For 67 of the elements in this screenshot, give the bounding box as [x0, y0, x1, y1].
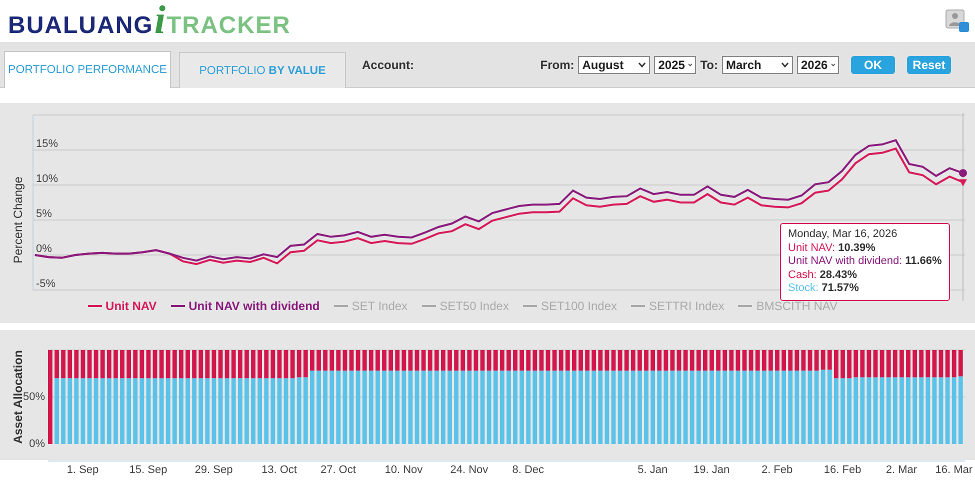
tooltip-label: Unit NAV: — [788, 242, 836, 255]
axis-label: 5. Jan — [638, 464, 668, 476]
line-icon — [170, 304, 185, 308]
axis-label: 29. Sep — [194, 464, 233, 476]
line-icon — [738, 304, 752, 308]
axis-label: 10% — [36, 173, 58, 185]
tab[interactable]: PORTFOLIO BY VALUE — [179, 52, 346, 88]
line-icon — [631, 304, 645, 308]
line-icon — [522, 304, 537, 308]
axis-label: 8. Dec — [512, 464, 544, 476]
from-label: From: — [540, 58, 574, 72]
legend-item[interactable]: Unit NAV with dividend — [170, 299, 320, 313]
axis-label: 2. Feb — [761, 464, 793, 476]
tooltip-label: Unit NAV with dividend: — [788, 255, 902, 268]
legend-item[interactable]: SET Index — [334, 299, 408, 313]
legend-item[interactable]: SET100 Index — [522, 299, 617, 313]
help-icon[interactable] — [945, 9, 969, 33]
axis-label: 16. Feb — [824, 464, 862, 476]
axis-title: Percent Change — [11, 176, 25, 264]
axis-label: 10. Nov — [384, 464, 423, 476]
line-icon — [422, 304, 436, 308]
legend-item[interactable]: SETTRI Index — [631, 299, 724, 313]
tooltip-date: Monday, Mar 16, 2026 — [788, 228, 898, 242]
line-icon — [334, 304, 348, 308]
to-label: To: — [700, 58, 718, 72]
logo-text: TRACKER — [166, 12, 291, 40]
tooltip-label: Stock: — [788, 282, 819, 296]
caret-icon — [638, 62, 646, 68]
tab[interactable]: PORTFOLIO PERFORMANCE — [4, 51, 171, 88]
axis-label: 0% — [36, 243, 52, 255]
ok-button[interactable]: OK — [851, 56, 895, 74]
tooltip-value: 71.57% — [822, 282, 859, 296]
tooltip-value: 10.39% — [838, 242, 876, 255]
marker-icon — [959, 169, 967, 178]
axis-label: -5% — [36, 278, 56, 290]
tooltip-value: 28.43% — [820, 268, 858, 282]
caret-icon — [830, 62, 835, 68]
axis-title: Asset Allocation — [11, 350, 25, 444]
legend-item[interactable]: BMSCITH NAV — [738, 299, 838, 313]
caret-icon — [688, 62, 692, 68]
axis-label: 27. Oct — [320, 464, 356, 476]
dropdown[interactable]: 2026 — [797, 56, 839, 74]
axis-label: 2. Mar — [886, 464, 918, 476]
marker-icon — [959, 179, 967, 186]
caret-icon — [781, 62, 789, 68]
legend-item[interactable]: Unit NAV — [88, 299, 157, 313]
dropdown[interactable]: 2025 — [654, 56, 696, 74]
axis-label: 24. Nov — [450, 464, 488, 476]
logo-letter: i — [154, 2, 166, 38]
reset-button[interactable]: Reset — [907, 56, 951, 74]
legend-item[interactable]: SET50 Index — [422, 299, 509, 313]
axis-label: 15. Sep — [129, 464, 168, 476]
axis-label: 13. Oct — [262, 464, 297, 476]
axis-label: 19. Jan — [694, 464, 730, 476]
dropdown[interactable]: August — [578, 56, 650, 74]
axis-label: 1. Sep — [66, 464, 99, 476]
axis-label: 5% — [36, 208, 52, 220]
account-label: Account: — [362, 58, 414, 72]
line-icon — [88, 304, 102, 308]
tooltip-label: Cash: — [788, 268, 817, 282]
dropdown[interactable]: March — [722, 56, 793, 74]
axis-label: 15% — [36, 138, 58, 150]
axis-label: 50% — [22, 390, 45, 403]
axis-label: 16. Mar — [935, 464, 973, 476]
logo-text: BUALUANG — [8, 12, 154, 40]
axis-label: 0% — [29, 438, 45, 450]
tooltip-value: 11.66% — [905, 255, 942, 268]
